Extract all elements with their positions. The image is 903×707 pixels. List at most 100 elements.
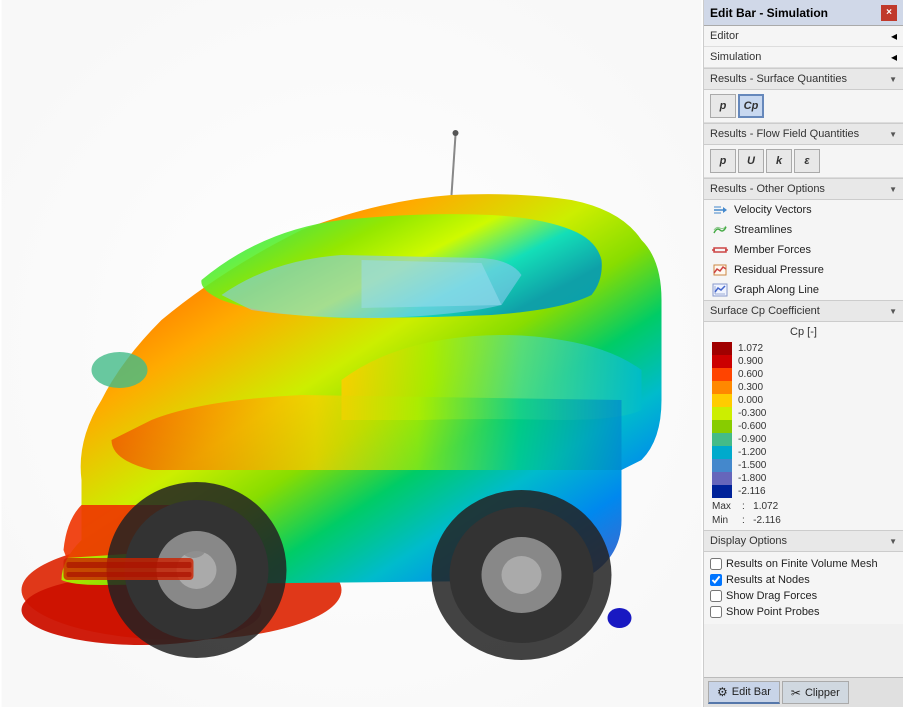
legend-labels: 1.072 0.900 0.600 0.300 0.000 -0.300 -0.…	[738, 342, 766, 498]
finite-mesh-checkbox[interactable]	[710, 558, 722, 570]
legend-value-2: 0.600	[738, 368, 766, 381]
legend-value-10: -1.800	[738, 472, 766, 485]
flow-field-header[interactable]: Results - Flow Field Quantities ▼	[704, 123, 903, 145]
point-probes-row[interactable]: Show Point Probes	[710, 604, 897, 620]
display-options-content: Results on Finite Volume Mesh Results at…	[704, 552, 903, 624]
swatch-4	[712, 394, 732, 407]
panel-title: Edit Bar - Simulation	[710, 6, 828, 20]
surface-quantities-buttons: p Cp	[704, 90, 903, 123]
swatch-3	[712, 381, 732, 394]
swatch-10	[712, 472, 732, 485]
editor-nav-row[interactable]: Editor ◂	[704, 26, 903, 47]
max-separator: :	[742, 501, 745, 512]
editor-label: Editor	[710, 30, 739, 42]
swatch-5	[712, 407, 732, 420]
graph-along-line-label: Graph Along Line	[734, 284, 819, 296]
member-forces-item[interactable]: Member Forces	[704, 240, 903, 260]
simulation-arrow-icon: ◂	[891, 50, 897, 64]
swatch-9	[712, 459, 732, 472]
flow-field-arrow-icon: ▼	[889, 130, 897, 139]
legend-bar-container: 1.072 0.900 0.600 0.300 0.000 -0.300 -0.…	[712, 342, 895, 498]
legend-value-8: -1.200	[738, 446, 766, 459]
surface-cp-header[interactable]: Surface Cp Coefficient ▼	[704, 300, 903, 322]
bottom-tab-bar: ⚙ Edit Bar ✂ Clipper	[704, 677, 903, 707]
drag-forces-label: Show Drag Forces	[726, 590, 817, 602]
edit-bar-tab[interactable]: ⚙ Edit Bar	[708, 681, 780, 704]
color-bar	[712, 342, 732, 498]
graph-along-line-item[interactable]: Graph Along Line	[704, 280, 903, 300]
flow-k-button[interactable]: k	[766, 149, 792, 173]
panel-scroll-area: Editor ◂ Simulation ◂ Results - Surface …	[704, 26, 903, 677]
editor-arrow-icon: ◂	[891, 29, 897, 43]
finite-mesh-label: Results on Finite Volume Mesh	[726, 558, 878, 570]
streamlines-label: Streamlines	[734, 224, 792, 236]
legend-value-3: 0.300	[738, 381, 766, 394]
velocity-vectors-label: Velocity Vectors	[734, 204, 812, 216]
member-forces-label: Member Forces	[734, 244, 811, 256]
surface-cp-arrow-icon: ▼	[889, 307, 897, 316]
min-separator: :	[742, 515, 745, 526]
max-value: 1.072	[753, 501, 778, 512]
clipper-tab-label: Clipper	[805, 687, 840, 699]
surface-quantities-header[interactable]: Results - Surface Quantities ▼	[704, 68, 903, 90]
legend-value-1: 0.900	[738, 355, 766, 368]
legend-value-0: 1.072	[738, 342, 766, 355]
swatch-1	[712, 355, 732, 368]
legend-value-9: -1.500	[738, 459, 766, 472]
results-at-nodes-row[interactable]: Results at Nodes	[710, 572, 897, 588]
surface-quantities-label: Results - Surface Quantities	[710, 73, 847, 85]
legend-max-row: Max : 1.072	[712, 501, 895, 512]
graph-along-line-icon	[712, 283, 728, 297]
streamlines-item[interactable]: Streamlines	[704, 220, 903, 240]
swatch-2	[712, 368, 732, 381]
legend-value-7: -0.900	[738, 433, 766, 446]
swatch-7	[712, 433, 732, 446]
swatch-0	[712, 342, 732, 355]
legend-title: Cp [-]	[712, 326, 895, 338]
drag-forces-row[interactable]: Show Drag Forces	[710, 588, 897, 604]
display-options-arrow-icon: ▼	[889, 537, 897, 546]
clipper-tab[interactable]: ✂ Clipper	[782, 681, 849, 704]
right-panel: Edit Bar - Simulation × Editor ◂ Simulat…	[703, 0, 903, 707]
min-value: -2.116	[753, 515, 781, 526]
point-probes-checkbox[interactable]	[710, 606, 722, 618]
results-at-nodes-checkbox[interactable]	[710, 574, 722, 586]
surface-cp-button[interactable]: Cp	[738, 94, 764, 118]
min-label: Min	[712, 515, 728, 526]
surface-cp-label: Surface Cp Coefficient	[710, 305, 820, 317]
edit-bar-tab-label: Edit Bar	[732, 686, 771, 698]
display-options-label: Display Options	[710, 535, 787, 547]
clipper-tab-icon: ✂	[791, 686, 801, 700]
flow-u-button[interactable]: U	[738, 149, 764, 173]
max-label: Max	[712, 501, 731, 512]
other-options-header[interactable]: Results - Other Options ▼	[704, 178, 903, 200]
member-forces-icon	[712, 243, 728, 257]
legend-section: Cp [-] 1.072 0	[704, 322, 903, 530]
velocity-vectors-item[interactable]: Velocity Vectors	[704, 200, 903, 220]
main-visualization	[0, 0, 703, 707]
other-options-label: Results - Other Options	[710, 183, 825, 195]
surface-p-button[interactable]: p	[710, 94, 736, 118]
results-at-nodes-label: Results at Nodes	[726, 574, 810, 586]
residual-pressure-item[interactable]: Residual Pressure	[704, 260, 903, 280]
simulation-nav-row[interactable]: Simulation ◂	[704, 47, 903, 68]
display-options-header[interactable]: Display Options ▼	[704, 530, 903, 552]
flow-field-buttons: p U k ε	[704, 145, 903, 178]
surface-quantities-arrow-icon: ▼	[889, 75, 897, 84]
point-probes-label: Show Point Probes	[726, 606, 820, 618]
legend-value-5: -0.300	[738, 407, 766, 420]
swatch-6	[712, 420, 732, 433]
swatch-8	[712, 446, 732, 459]
velocity-vectors-icon	[712, 203, 728, 217]
close-button[interactable]: ×	[881, 5, 897, 21]
finite-mesh-row[interactable]: Results on Finite Volume Mesh	[710, 556, 897, 572]
flow-eps-button[interactable]: ε	[794, 149, 820, 173]
legend-value-11: -2.116	[738, 485, 766, 498]
residual-pressure-icon	[712, 263, 728, 277]
swatch-11	[712, 485, 732, 498]
legend-value-4: 0.000	[738, 394, 766, 407]
legend-min-row: Min : -2.116	[712, 515, 895, 526]
residual-pressure-label: Residual Pressure	[734, 264, 824, 276]
flow-p-button[interactable]: p	[710, 149, 736, 173]
drag-forces-checkbox[interactable]	[710, 590, 722, 602]
